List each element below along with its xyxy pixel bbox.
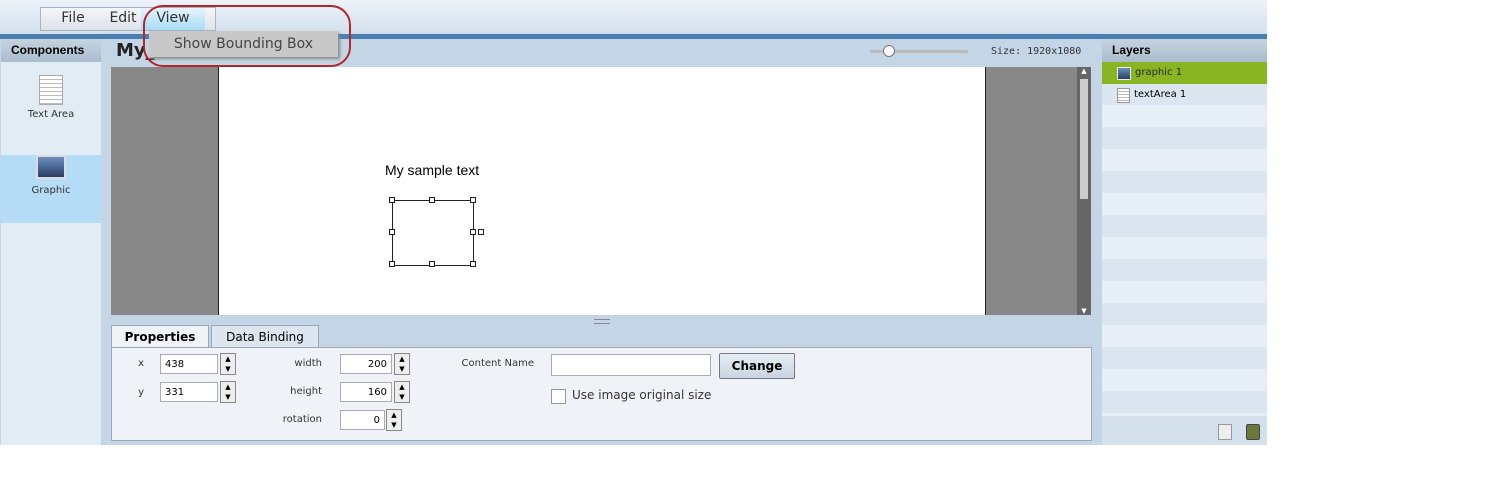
- component-text-area[interactable]: Text Area: [1, 75, 101, 143]
- y-input[interactable]: 331: [160, 382, 218, 402]
- components-title: Components: [1, 39, 101, 62]
- use-original-size-label: Use image original size: [572, 388, 712, 402]
- components-panel: Components Text Area Graphic: [1, 39, 101, 445]
- rotate-handle[interactable]: [478, 229, 484, 235]
- use-original-size-checkbox[interactable]: [551, 389, 566, 404]
- component-label: Text Area: [27, 109, 75, 120]
- scroll-down-icon[interactable]: ▼: [1077, 307, 1091, 315]
- resize-handle[interactable]: [389, 261, 395, 267]
- menu-file[interactable]: File: [41, 8, 105, 30]
- canvas-size: Size: 1920x1080: [991, 46, 1082, 57]
- resize-handle[interactable]: [389, 197, 395, 203]
- resize-handle[interactable]: [429, 261, 435, 267]
- height-input[interactable]: 160: [340, 382, 392, 402]
- height-stepper[interactable]: ▲ ▼: [394, 381, 410, 403]
- canvas-page[interactable]: [218, 67, 986, 315]
- tab-properties[interactable]: Properties: [111, 325, 209, 349]
- text-area-icon: [39, 75, 63, 105]
- scroll-up-icon[interactable]: ▲: [1077, 67, 1091, 75]
- content-name-input[interactable]: [551, 354, 711, 376]
- layer-label: textArea 1: [1134, 89, 1187, 100]
- content-name-label: Content Name: [461, 358, 534, 369]
- width-label: width: [294, 358, 322, 369]
- resize-handle[interactable]: [470, 261, 476, 267]
- layer-item[interactable]: textArea 1: [1102, 84, 1267, 106]
- layer-label: graphic 1: [1135, 67, 1183, 78]
- annotation-highlight: [143, 5, 351, 67]
- width-input[interactable]: 200: [340, 354, 392, 374]
- splitter-handle[interactable]: [594, 319, 610, 324]
- text-area-icon: [1117, 87, 1130, 103]
- rotation-stepper[interactable]: ▲ ▼: [386, 409, 402, 431]
- layers-footer: [1102, 416, 1267, 445]
- rotation-label: rotation: [282, 414, 322, 425]
- slider-thumb[interactable]: [883, 45, 895, 57]
- y-stepper[interactable]: ▲ ▼: [220, 381, 236, 403]
- graphic-icon: [36, 155, 66, 179]
- duplicate-layer-icon[interactable]: [1218, 424, 1232, 440]
- zoom-slider[interactable]: [870, 45, 968, 57]
- delete-layer-icon[interactable]: [1246, 424, 1260, 440]
- scroll-thumb[interactable]: [1080, 79, 1088, 199]
- menu-edit[interactable]: Edit: [105, 8, 141, 30]
- x-input[interactable]: 438: [160, 354, 218, 374]
- x-stepper[interactable]: ▲ ▼: [220, 353, 236, 375]
- resize-handle[interactable]: [470, 197, 476, 203]
- tab-data-binding[interactable]: Data Binding: [211, 325, 319, 348]
- component-graphic[interactable]: Graphic: [1, 155, 101, 223]
- component-label: Graphic: [31, 185, 71, 196]
- layers-title: Layers: [1102, 39, 1267, 62]
- vertical-scrollbar[interactable]: ▲ ▼: [1077, 67, 1091, 315]
- sample-text-element[interactable]: My sample text: [385, 162, 479, 178]
- resize-handle[interactable]: [470, 229, 476, 235]
- rotation-input[interactable]: 0: [340, 410, 385, 430]
- resize-handle[interactable]: [429, 197, 435, 203]
- graphic-icon: [1117, 66, 1131, 80]
- graphic-element[interactable]: [392, 200, 474, 266]
- y-label: y: [138, 387, 144, 398]
- resize-handle[interactable]: [389, 229, 395, 235]
- width-stepper[interactable]: ▲ ▼: [394, 353, 410, 375]
- x-label: x: [138, 358, 144, 369]
- height-label: height: [290, 386, 322, 397]
- change-button[interactable]: Change: [719, 353, 795, 379]
- layers-panel: Layers graphic 1 textArea 1: [1102, 39, 1267, 445]
- layer-item[interactable]: graphic 1: [1102, 62, 1267, 84]
